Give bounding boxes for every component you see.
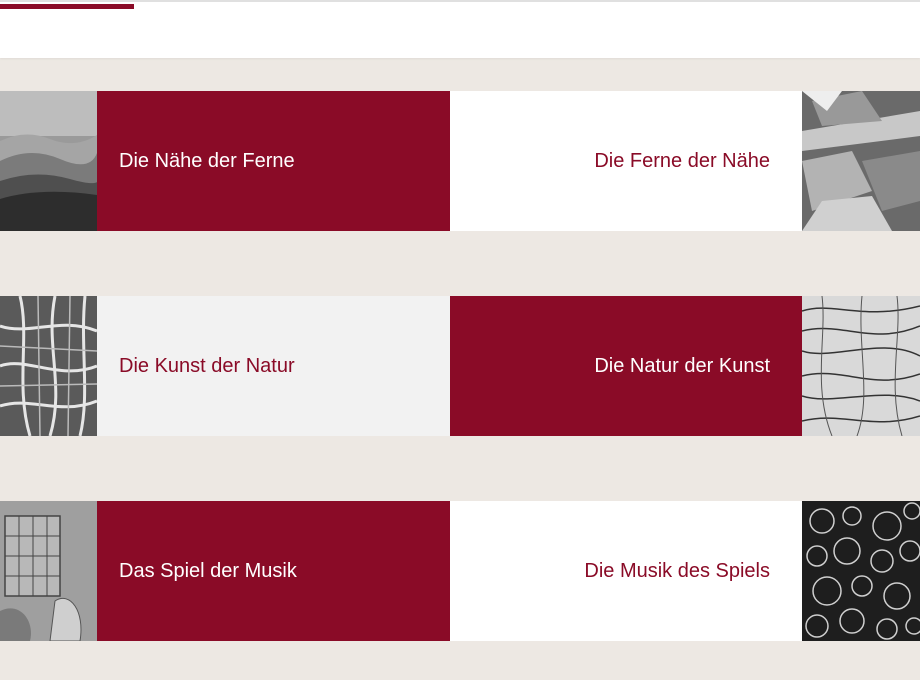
topic-row-3: Das Spiel der Musik Die Musik des Spiels bbox=[0, 501, 920, 641]
topic-link-label: Die Ferne der Nähe bbox=[594, 149, 770, 172]
topic-link-label: Die Kunst der Natur bbox=[119, 354, 295, 377]
header-bar bbox=[0, 0, 920, 58]
reading-progress-bar bbox=[0, 4, 134, 9]
bubbles-image bbox=[802, 501, 920, 641]
topic-link-label: Das Spiel der Musik bbox=[119, 559, 297, 582]
topic-link-musik-des-spiels[interactable]: Die Musik des Spiels bbox=[450, 501, 802, 641]
topic-link-label: Die Musik des Spiels bbox=[584, 559, 770, 582]
topic-link-natur-der-kunst[interactable]: Die Natur der Kunst bbox=[450, 296, 802, 436]
topic-link-ferne-der-naehe[interactable]: Die Ferne der Nähe bbox=[450, 91, 802, 231]
glass-texture-image bbox=[802, 91, 920, 231]
topic-link-label: Die Nähe der Ferne bbox=[119, 149, 295, 172]
topic-link-kunst-der-natur[interactable]: Die Kunst der Natur bbox=[97, 296, 450, 436]
topic-link-label: Die Natur der Kunst bbox=[594, 354, 770, 377]
leaf-veins-image bbox=[0, 296, 97, 436]
topic-row-1: Die Nähe der Ferne Die Ferne der Nähe bbox=[0, 91, 920, 231]
topic-link-spiel-der-musik[interactable]: Das Spiel der Musik bbox=[97, 501, 450, 641]
topic-row-2: Die Kunst der Natur Die Natur der Kunst bbox=[0, 296, 920, 436]
engraving-image bbox=[0, 501, 97, 641]
topic-link-naehe-der-ferne[interactable]: Die Nähe der Ferne bbox=[97, 91, 450, 231]
misty-mountains-image bbox=[0, 91, 97, 231]
ink-lines-image bbox=[802, 296, 920, 436]
